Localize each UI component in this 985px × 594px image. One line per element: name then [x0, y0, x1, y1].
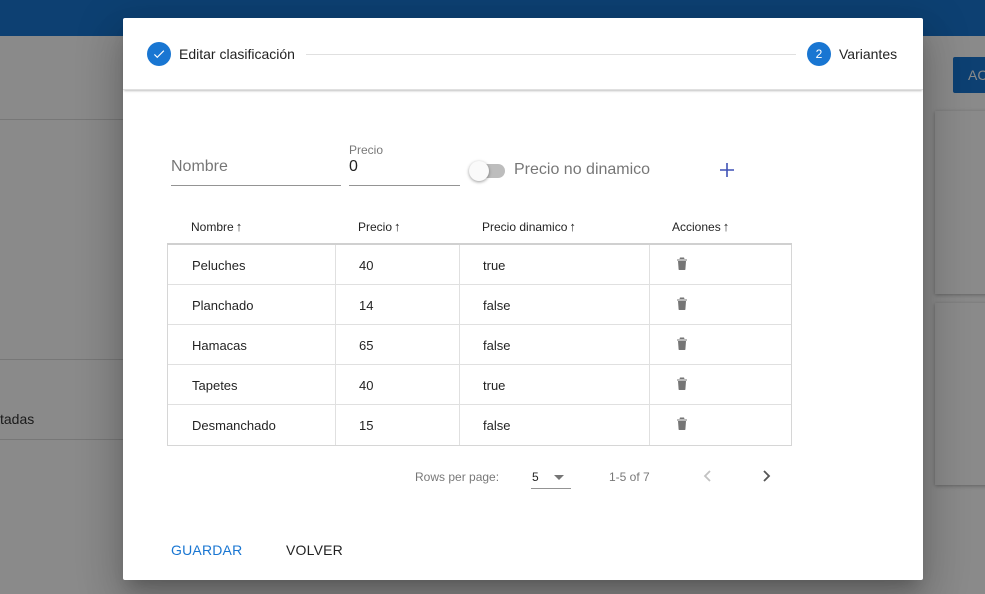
cell-nombre: Planchado — [192, 297, 254, 313]
sort-arrow-up-icon: ↑ — [722, 219, 730, 234]
cell-precio: 65 — [359, 337, 374, 353]
step-label: Editar clasificación — [179, 46, 295, 62]
stepper-header: Editar clasificación 2 Variantes — [123, 18, 923, 90]
trash-icon[interactable] — [676, 336, 688, 350]
column-header-precio-dinamico[interactable]: Precio dinamico ↑ — [482, 219, 576, 234]
table-row: Peluches 40 true — [168, 245, 791, 285]
add-variant-button[interactable] — [713, 156, 741, 184]
step-number-badge: 2 — [807, 42, 831, 66]
variants-table: Nombre ↑ Precio ↑ Precio dinamico ↑ Acci… — [167, 208, 792, 446]
cell-precio-dinamico: true — [483, 257, 506, 273]
cell-precio-dinamico: false — [483, 297, 511, 313]
table-header: Nombre ↑ Precio ↑ Precio dinamico ↑ Acci… — [167, 208, 792, 245]
precio-no-dinamico-toggle[interactable] — [469, 159, 505, 181]
sort-arrow-up-icon: ↑ — [235, 219, 243, 234]
table-row: Tapetes 40 true — [168, 365, 791, 405]
nombre-field[interactable] — [171, 158, 341, 186]
table-body: Peluches 40 true Planchado 14 false Hama… — [167, 245, 792, 446]
cell-precio: 15 — [359, 417, 374, 433]
cell-precio: 40 — [359, 257, 374, 273]
cell-precio-dinamico: false — [483, 337, 511, 353]
cell-nombre: Hamacas — [192, 337, 247, 353]
cell-nombre: Desmanchado — [192, 417, 276, 433]
sort-arrow-up-icon: ↑ — [394, 219, 401, 234]
variants-dialog: Editar clasificación 2 Variantes Precio … — [123, 18, 923, 580]
plus-icon — [720, 163, 734, 177]
cell-precio-dinamico: false — [483, 417, 511, 433]
back-button[interactable]: VOLVER — [286, 542, 343, 558]
precio-field[interactable] — [349, 158, 460, 186]
column-header-label: Precio dinamico — [482, 219, 568, 234]
trash-icon[interactable] — [676, 256, 688, 270]
cell-precio: 40 — [359, 377, 374, 393]
column-header-nombre[interactable]: Nombre ↑ — [191, 219, 242, 234]
table-row: Desmanchado 15 false — [168, 405, 791, 445]
column-header-label: Nombre — [191, 219, 234, 234]
toggle-thumb — [469, 161, 489, 181]
rows-per-page-value: 5 — [532, 470, 539, 484]
toggle-label: Precio no dinamico — [514, 161, 651, 178]
column-header-acciones[interactable]: Acciones ↑ — [672, 219, 729, 234]
chevron-right-icon[interactable] — [756, 466, 776, 486]
trash-icon[interactable] — [676, 416, 688, 430]
rows-per-page-label: Rows per page: — [415, 470, 500, 484]
save-button[interactable]: GUARDAR — [171, 542, 242, 558]
trash-icon[interactable] — [676, 376, 688, 390]
column-header-precio[interactable]: Precio ↑ — [358, 219, 401, 234]
cell-nombre: Tapetes — [192, 377, 238, 393]
pagination-range: 1-5 of 7 — [609, 470, 650, 484]
column-header-label: Acciones — [672, 219, 721, 234]
step-connector — [306, 54, 796, 55]
precio-field-label: Precio — [349, 143, 384, 157]
column-header-label: Precio — [358, 219, 393, 234]
step-variantes[interactable]: 2 Variantes — [807, 42, 897, 66]
step-editar-clasificacion[interactable]: Editar clasificación — [147, 42, 295, 66]
precio-input[interactable] — [349, 158, 460, 176]
cell-nombre: Peluches — [192, 257, 246, 273]
cell-precio-dinamico: true — [483, 377, 506, 393]
rows-per-page-select[interactable]: 5 — [531, 463, 571, 489]
trash-icon[interactable] — [676, 296, 688, 310]
cell-precio: 14 — [359, 297, 374, 313]
nombre-input[interactable] — [171, 158, 341, 176]
table-pagination: Rows per page: 5 1-5 of 7 — [123, 458, 923, 494]
step-label: Variantes — [839, 46, 898, 62]
sort-arrow-up-icon: ↑ — [569, 219, 576, 234]
dropdown-caret-icon — [554, 475, 564, 480]
step-complete-check-icon — [147, 42, 171, 66]
chevron-left-icon[interactable] — [698, 466, 718, 486]
table-row: Hamacas 65 false — [168, 325, 791, 365]
table-row: Planchado 14 false — [168, 285, 791, 325]
